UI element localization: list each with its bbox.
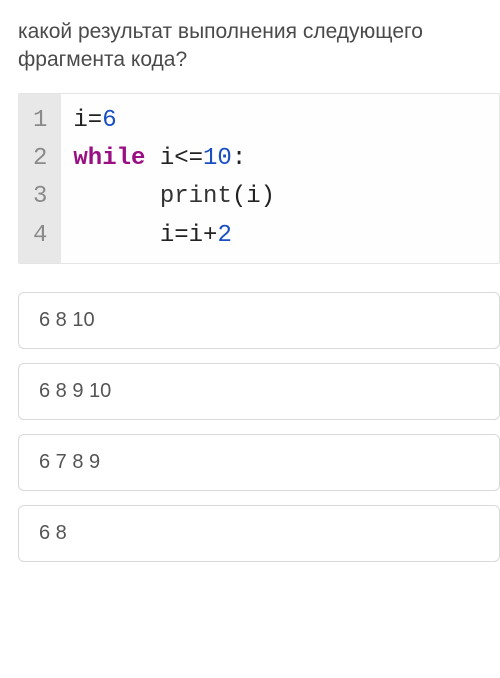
code-token: print <box>160 183 232 210</box>
code-line: i=i+2 <box>73 222 231 249</box>
code-line: while i<=10: <box>73 145 246 172</box>
line-number: 2 <box>33 140 47 178</box>
code-token: i=i+ <box>73 222 217 249</box>
code-block: 1 2 3 4 i=6 while i<=10: print(i) i=i+2 <box>18 93 500 265</box>
code-line: print(i) <box>73 183 275 210</box>
answer-option[interactable]: 6 8 9 10 <box>18 363 500 420</box>
line-number-gutter: 1 2 3 4 <box>19 94 61 264</box>
code-line: i=6 <box>73 107 116 134</box>
code-token: while <box>73 145 145 172</box>
code-token <box>73 183 159 210</box>
answer-option[interactable]: 6 8 <box>18 505 500 562</box>
code-token: i= <box>73 107 102 134</box>
line-number: 1 <box>33 102 47 140</box>
answer-option[interactable]: 6 7 8 9 <box>18 434 500 491</box>
code-token: (i) <box>232 183 275 210</box>
code-token: : <box>232 145 246 172</box>
answer-option[interactable]: 6 8 10 <box>18 292 500 349</box>
code-token: 10 <box>203 145 232 172</box>
code-token: i<= <box>145 145 203 172</box>
code-token: 6 <box>102 107 116 134</box>
question-text: какой результат выполнения следующего фр… <box>18 18 500 75</box>
answers-list: 6 8 10 6 8 9 10 6 7 8 9 6 8 <box>18 292 500 562</box>
code-token: 2 <box>217 222 231 249</box>
code-content: i=6 while i<=10: print(i) i=i+2 <box>61 94 499 264</box>
line-number: 3 <box>33 178 47 216</box>
line-number: 4 <box>33 217 47 255</box>
